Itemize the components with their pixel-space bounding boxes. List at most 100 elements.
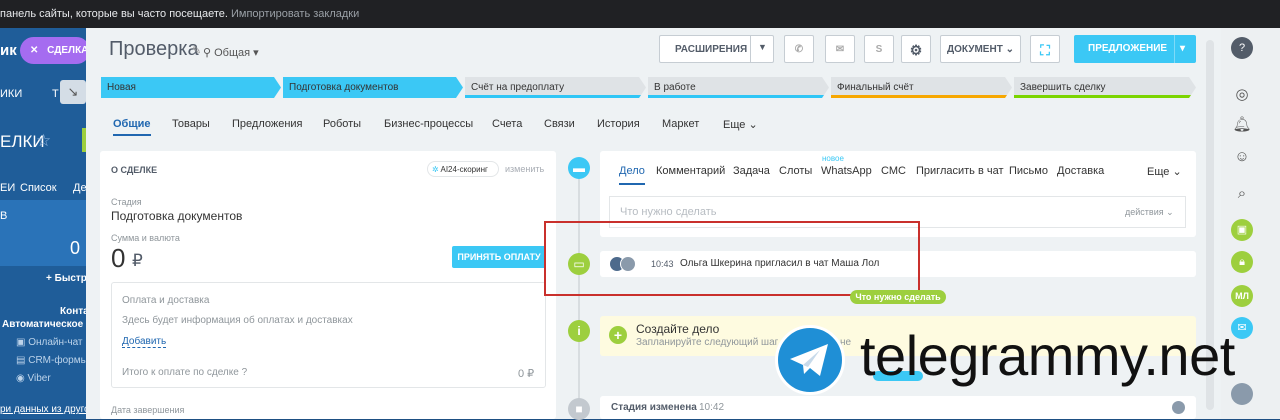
accept-payment-button[interactable]: ПРИНЯТЬ ОПЛАТУ <box>452 246 546 268</box>
ai-scoring-badge[interactable]: ✲ AI24-скоринг <box>427 161 499 177</box>
chat-icon: ▣ <box>16 337 29 348</box>
stage-close-deal[interactable]: Завершить сделку <box>1014 77 1196 98</box>
stage-final-invoice[interactable]: Финальный счёт <box>831 77 1012 98</box>
amount-label: Сумма и валюта <box>111 233 180 243</box>
skype-icon[interactable]: S <box>864 35 894 63</box>
activity-tab-whatsapp[interactable]: WhatsApp <box>821 165 872 177</box>
add-payment-link[interactable]: Добавить <box>122 336 167 348</box>
tab-business-processes[interactable]: Бизнес-процессы <box>384 118 473 130</box>
bg-tab-a[interactable]: ИКИ <box>0 88 22 100</box>
mail-icon[interactable]: ✉ <box>825 35 855 63</box>
bg-crm[interactable]: ▤ CRM-формы <box>16 355 88 366</box>
edit-title-icon[interactable]: ✎ <box>192 44 201 57</box>
highlight-box <box>544 221 920 296</box>
chevron-down-icon: ⌄ <box>1163 207 1174 217</box>
stage-color-bar <box>831 95 1012 98</box>
stage-color-bar <box>1014 95 1196 98</box>
actions-dropdown[interactable]: действия ⌄ <box>1125 207 1174 218</box>
create-activity-title: Создайте дело <box>636 322 720 336</box>
bg-online[interactable]: ▣ Онлайн-чат <box>16 337 83 348</box>
stage-changed-time: 10:42 <box>699 402 725 413</box>
activity-tab-more[interactable]: Еще ⌄ <box>1147 165 1182 178</box>
about-heading: О СДЕЛКЕ <box>111 165 158 175</box>
phone-icon[interactable]: ✆ <box>784 35 814 63</box>
bg-tab-b[interactable]: Т <box>52 88 59 100</box>
create-deal-button[interactable]: ✕ СДЕЛКА <box>20 37 90 64</box>
tab-robots[interactable]: Роботы <box>323 118 361 130</box>
activity-tab-comment[interactable]: Комментарий <box>656 165 725 177</box>
bg-view-c[interactable]: Де <box>73 182 87 194</box>
tab-offers[interactable]: Предложения <box>232 118 303 130</box>
amount-value: 0 <box>111 243 126 273</box>
activity-tab-slots[interactable]: Слоты <box>779 165 812 177</box>
category-select[interactable]: ⚲ Общая ▾ <box>203 46 259 59</box>
tab-market[interactable]: Маркет <box>662 118 699 130</box>
activity-tab-task[interactable]: Дело <box>619 165 645 185</box>
chevron-down-icon[interactable]: ▼ <box>758 42 767 52</box>
stage-label: Стадия <box>111 197 142 207</box>
watermark: telegrammy.net <box>860 324 1235 387</box>
search-icon[interactable]: ⌕ <box>1231 183 1253 205</box>
viber-icon: ◉ <box>16 373 28 384</box>
bg-auto: Автоматическое до <box>2 319 99 330</box>
create-activity-desc: Запланируйте следующий шаг по <box>636 337 793 348</box>
payment-title: Оплата и доставка <box>122 295 210 306</box>
activity-tab-todo[interactable]: Задача <box>733 165 770 177</box>
scan-icon[interactable]: ⛶ <box>1030 35 1060 63</box>
gear-icon[interactable]: ⚙ <box>901 35 931 63</box>
stage-prep-docs[interactable]: Подготовка документов <box>283 77 463 98</box>
stage-in-work[interactable]: В работе <box>648 77 829 98</box>
stage-changed-label: Стадия изменена <box>611 402 697 413</box>
help-icon[interactable]: ? <box>239 367 248 378</box>
user-avatar-ml[interactable]: МЛ <box>1231 285 1253 307</box>
lock-icon[interactable]: 🔒︎ <box>1231 251 1253 273</box>
copilot-icon[interactable]: ◎ <box>1231 84 1253 106</box>
tab-products[interactable]: Товары <box>172 118 210 130</box>
chevron-down-icon: ⌄ <box>745 119 758 131</box>
activity-tab-invite-chat[interactable]: Пригласить в чат <box>916 165 1004 177</box>
download-icon[interactable]: ↘ <box>60 80 86 104</box>
tab-history[interactable]: История <box>597 118 640 130</box>
bell-icon[interactable]: 🔔︎ <box>1231 114 1253 136</box>
stage-prepay-invoice[interactable]: Счёт на предоплату <box>465 77 646 98</box>
avatar[interactable] <box>1172 401 1185 414</box>
chevron-down-icon: ⌄ <box>1169 166 1182 178</box>
stage-value: Подготовка документов <box>111 209 243 223</box>
currency-symbol: ₽ <box>132 251 143 270</box>
chat-icon[interactable]: ☺ <box>1231 146 1253 168</box>
document-button[interactable]: ДОКУМЕНТ ⌄ <box>940 35 1021 63</box>
camera-icon: ■ <box>568 398 590 420</box>
stage-color-bar <box>648 95 829 98</box>
tab-more[interactable]: Еще ⌄ <box>723 118 758 131</box>
tab-general[interactable]: Общие <box>113 118 151 136</box>
help-icon[interactable]: ? <box>1231 37 1253 59</box>
plus-icon[interactable]: + <box>609 326 627 344</box>
stage-color-bar <box>465 95 646 98</box>
bg-more[interactable]: ри данных из другой <box>0 404 95 415</box>
edit-link[interactable]: изменить <box>505 164 544 174</box>
activity-tab-delivery[interactable]: Доставка <box>1057 165 1104 177</box>
tab-links[interactable]: Связи <box>544 118 575 130</box>
extensions-button[interactable]: РАСШИРЕНИЯ <box>659 35 774 63</box>
bg-view-b[interactable]: ЕИ <box>0 182 15 194</box>
activity-tab-sms[interactable]: СМС <box>881 165 906 177</box>
chevron-down-icon: ▾ <box>250 47 259 59</box>
tab-invoices[interactable]: Счета <box>492 118 522 130</box>
contact-card-icon[interactable]: ▣ <box>1231 219 1253 241</box>
divider <box>750 35 751 63</box>
import-bookmarks-link[interactable]: Импортировать закладки <box>231 8 359 20</box>
bg-view-list[interactable]: Список <box>20 182 57 194</box>
telegram-logo <box>775 325 845 395</box>
bg-column-tag: В <box>0 210 8 222</box>
activity-tab-email[interactable]: Письмо <box>1009 165 1048 177</box>
star-icon[interactable]: ☆ <box>36 131 51 151</box>
bg-fast-add[interactable]: + Быстр <box>46 273 87 284</box>
bg-viber[interactable]: ◉ Viber <box>16 373 51 384</box>
link-icon: ⚲ <box>203 47 215 59</box>
todo-pill[interactable]: Что нужно сделать <box>850 290 946 304</box>
bookmarks-text: панель сайты, которые вы часто посещаете… <box>0 8 228 20</box>
new-badge: новое <box>822 154 844 163</box>
offer-button[interactable]: ПРЕДЛОЖЕНИЕ ▾ <box>1074 35 1196 63</box>
stage-new[interactable]: Новая <box>101 77 281 98</box>
comment-icon: ▬ <box>568 157 590 179</box>
